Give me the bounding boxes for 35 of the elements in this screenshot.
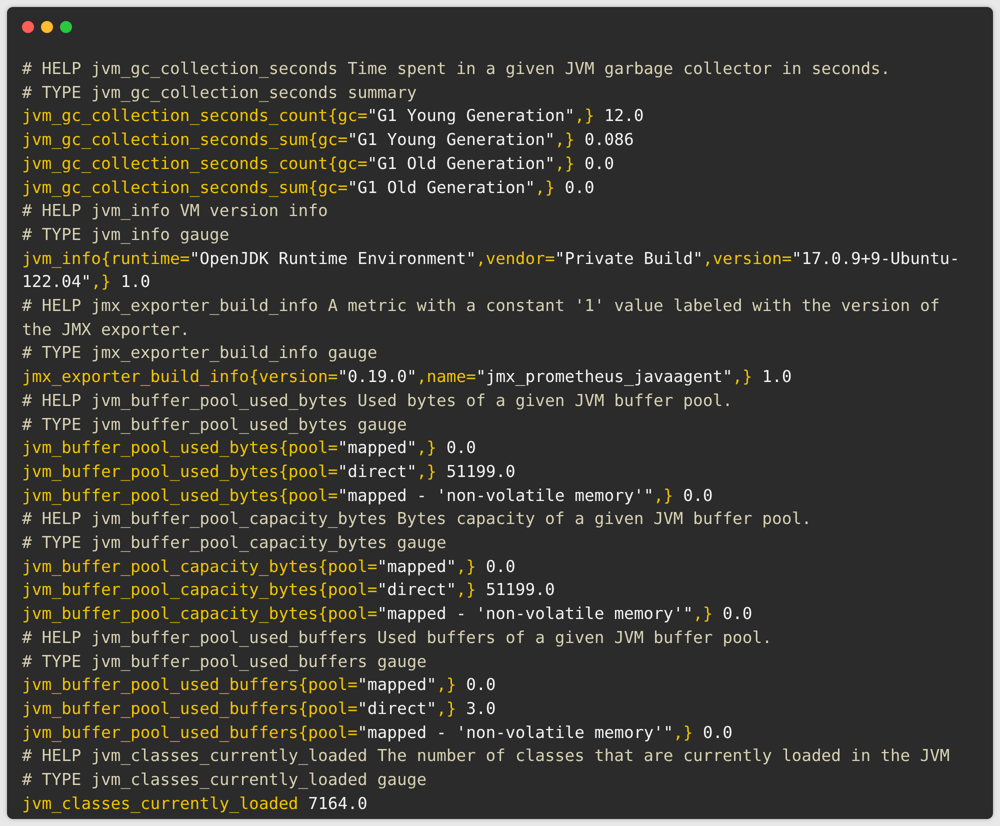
metric-line: jmx_exporter_build_info{version="0.19.0",name="jmx_prometheus_javaagent",} 1.0 [22,366,792,388]
comment-line: # HELP jvm_info VM version info [22,200,328,222]
maximize-icon[interactable] [60,21,72,33]
close-icon[interactable] [22,21,34,33]
comment-line: # TYPE jvm_buffer_pool_used_buffers gauge [22,650,427,673]
comment-line: # TYPE jvm_gc_collection_seconds summary [22,82,417,104]
metric-line: jvm_classes_currently_loaded 7164.0 [22,792,368,815]
comment-line: # HELP jvm_gc_collection_seconds Time spent in a given JVM garbage collector in seconds. [22,58,890,80]
comment-line: # TYPE jmx_exporter_build_info gauge [22,342,378,364]
comment-line: # HELP jvm_buffer_pool_used_bytes Used bytes of a given JVM buffer pool. [22,390,732,412]
metric-line: jvm_buffer_pool_used_bytes{pool="direct",} 51199.0 [22,460,516,483]
metric-line: jvm_gc_collection_seconds_sum{gc="G1 Old Generation",} 0.0 [22,176,594,199]
metric-line: jvm_buffer_pool_capacity_bytes{pool="mapped",} 0.0 [22,556,516,578]
metric-line: jvm_buffer_pool_used_buffers{pool="mapped",} 0.0 [22,674,496,696]
metric-line: jvm_gc_collection_seconds_sum{gc="G1 Young Generation",} 0.086 [22,129,634,152]
metric-line: jvm_info{runtime="OpenJDK Runtime Environment",vendor="Private Build",version="17.0.9+9-Ubuntu- [22,248,960,270]
metric-line: jvm_buffer_pool_capacity_bytes{pool="direct",} 51199.0 [22,579,555,602]
comment-line: # TYPE jvm_info gauge [22,224,230,246]
metric-line: jvm_buffer_pool_used_buffers{pool="direct",} 3.0 [22,698,496,720]
metric-line: 122.04",} 1.0 [22,271,150,294]
metric-line: jvm_buffer_pool_capacity_bytes{pool="mapped - 'non-volatile memory'",} 0.0 [22,603,752,626]
metric-line: jvm_gc_collection_seconds_count{gc="G1 Young Generation",} 12.0 [22,105,644,128]
metric-line: jvm_buffer_pool_used_bytes{pool="mapped - 'non-volatile memory'",} 0.0 [22,484,713,507]
comment-line: # HELP jvm_buffer_pool_used_buffers Used buffers of a given JVM buffer pool. [22,626,772,649]
comment-line: # HELP jvm_classes_currently_loaded The number of classes that are currently loaded in the JVM [22,745,950,768]
metric-line: jvm_buffer_pool_used_buffers{pool="mapped - 'non-volatile memory'",} 0.0 [22,722,733,744]
comment-line: # HELP jvm_buffer_pool_capacity_bytes Bytes capacity of a given JVM buffer pool. [22,508,812,530]
metric-line: jvm_gc_collection_seconds_count{gc="G1 Old Generation",} 0.0 [22,152,614,175]
minimize-icon[interactable] [41,21,53,33]
comment-line: # TYPE jvm_buffer_pool_used_bytes gauge [22,414,407,436]
metric-line: jvm_buffer_pool_used_bytes{pool="mapped",} 0.0 [22,437,476,460]
comment-line: the JMX exporter. [22,318,190,341]
comment-line: # TYPE jvm_buffer_pool_capacity_bytes gauge [22,532,446,554]
comment-line: # TYPE jvm_classes_currently_loaded gauge [22,769,427,792]
comment-line: # HELP jmx_exporter_build_info A metric with a constant '1' value labeled with the version of [22,295,940,318]
